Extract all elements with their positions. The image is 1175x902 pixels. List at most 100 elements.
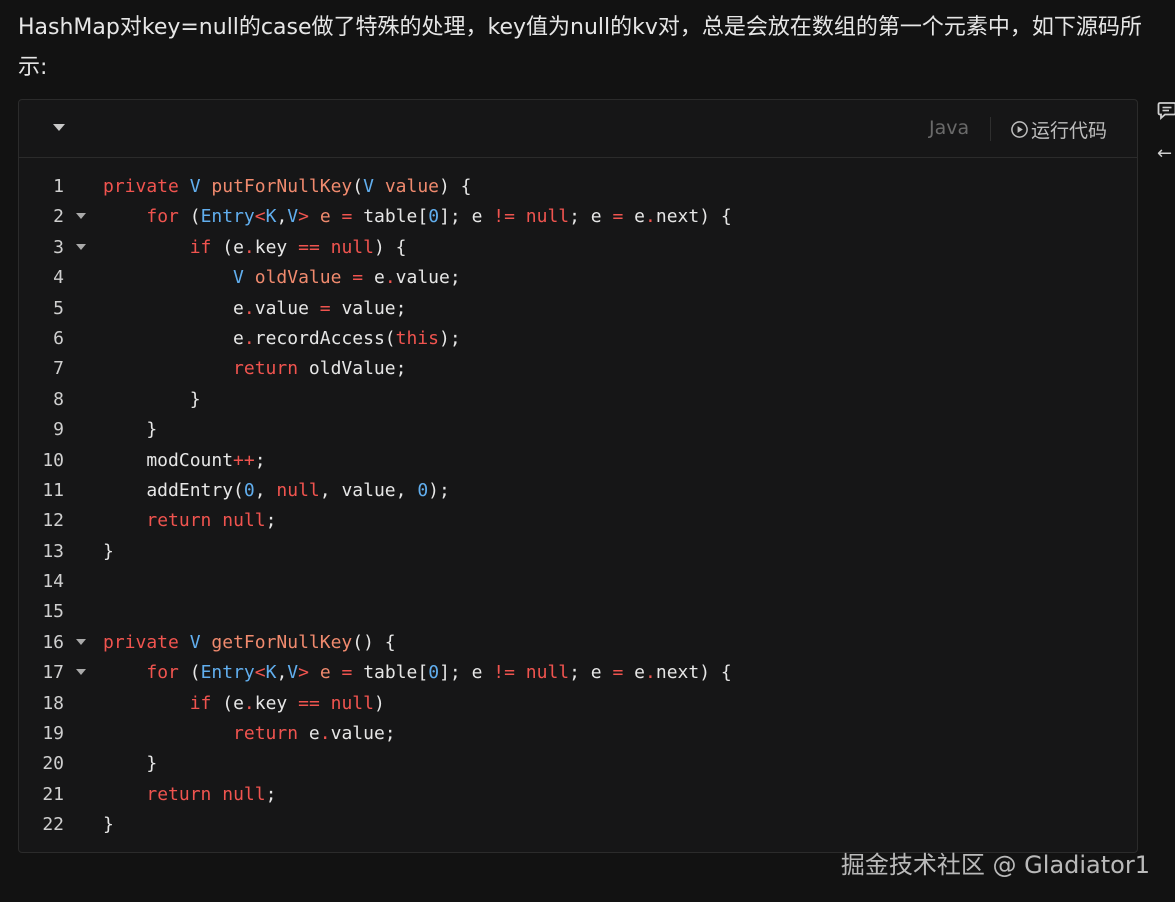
code-token: null — [222, 510, 266, 532]
code-token: = — [341, 662, 364, 684]
code-line: 16 private V getForNullKey() { — [19, 628, 1137, 658]
code-text: return null; — [103, 780, 276, 810]
line-number: 18 — [42, 692, 64, 714]
code-token: ; — [254, 449, 266, 471]
code-token: null — [330, 236, 374, 258]
code-line: 18 if (e.key == null) — [19, 689, 1137, 719]
code-line: 22} — [19, 810, 1137, 840]
code-token: ) { — [439, 176, 472, 197]
code-line: 17 for (Entry<K,V> e = table[0]; e != nu… — [19, 658, 1137, 688]
fold-arrow-icon[interactable] — [76, 669, 86, 676]
code-token: != — [493, 206, 526, 228]
code-token: 0 — [428, 662, 440, 684]
code-token: oldValue; — [298, 358, 407, 380]
code-token: modCount — [103, 449, 234, 471]
code-text: private V getForNullKey() { — [103, 628, 396, 658]
code-line: 1 private V putForNullKey(V value) { — [19, 172, 1137, 202]
code-text: return null; — [103, 506, 276, 536]
code-token: e — [319, 662, 342, 684]
code-line: 11 addEntry(0, null, value, 0); — [19, 476, 1137, 506]
code-token: . — [645, 662, 656, 684]
code-body: 1 private V putForNullKey(V value) { 2 for… — [19, 158, 1137, 841]
code-token: V — [233, 267, 255, 289]
code-token: e — [319, 206, 342, 228]
line-number: 19 — [42, 723, 64, 745]
code-line: 13} — [19, 537, 1137, 567]
code-token: 0 — [243, 479, 255, 501]
code-token: e — [103, 327, 244, 349]
line-number: 20 — [42, 753, 64, 775]
code-token: next) { — [655, 662, 732, 684]
back-arrow-icon[interactable]: ← — [1157, 143, 1172, 164]
code-token: for — [146, 662, 179, 684]
line-number: 22 — [42, 814, 64, 836]
code-token: = — [612, 662, 635, 684]
code-token: addEntry( — [103, 479, 244, 501]
code-token: V — [189, 631, 212, 653]
code-token: null — [525, 662, 570, 684]
line-number: 10 — [42, 449, 64, 471]
code-token: < — [254, 206, 266, 228]
code-text: if (e.key == null) — [103, 689, 385, 719]
code-line: 12 return null; — [19, 506, 1137, 536]
code-block: Java 运行代码 1 private V putForNullKey(V val… — [18, 99, 1138, 853]
fold-arrow-icon[interactable] — [76, 213, 86, 220]
comment-icon[interactable] — [1157, 100, 1175, 122]
code-token: == — [298, 692, 331, 714]
code-token: . — [384, 267, 396, 289]
collapse-chevron-icon[interactable] — [53, 124, 65, 131]
code-token: . — [243, 327, 255, 349]
code-text: return oldValue; — [103, 354, 406, 384]
code-token: > — [298, 662, 320, 684]
play-circle-icon — [1011, 120, 1028, 138]
toolbar-divider — [990, 117, 991, 141]
code-token: != — [493, 662, 526, 684]
code-line: 3 if (e.key == null) { — [19, 233, 1137, 263]
line-number: 15 — [42, 601, 64, 623]
code-token: = — [319, 297, 342, 319]
code-token: , value, — [319, 479, 418, 501]
line-number: 17 — [42, 662, 64, 684]
code-token: e — [634, 206, 646, 228]
code-text: if (e.key == null) { — [103, 233, 407, 263]
code-text: } — [103, 385, 201, 415]
code-token: e — [103, 297, 244, 319]
code-token: null — [222, 783, 266, 805]
code-token: if — [189, 236, 212, 258]
code-token: < — [254, 662, 266, 684]
code-text: modCount++; — [103, 446, 266, 476]
code-token: V — [189, 176, 212, 197]
code-text: } — [103, 415, 157, 445]
code-text: V oldValue = e.value; — [103, 263, 461, 293]
code-token: K — [265, 662, 277, 684]
code-token: e — [634, 662, 646, 684]
code-line: 6 e.recordAccess(this); — [19, 324, 1137, 354]
code-token: null — [276, 479, 320, 501]
code-line: 9 } — [19, 415, 1137, 445]
fold-arrow-icon[interactable] — [76, 638, 86, 645]
code-token: return — [146, 783, 212, 805]
code-token: V — [287, 206, 299, 228]
line-number: 3 — [53, 236, 64, 258]
code-token: = — [612, 206, 635, 228]
code-text: private V putForNullKey(V value) { — [103, 172, 472, 202]
line-number: 8 — [53, 388, 64, 410]
code-token: V — [287, 662, 299, 684]
code-token: () { — [352, 631, 396, 653]
code-token: ; e — [569, 206, 613, 228]
run-code-button[interactable]: 运行代码 — [1010, 115, 1107, 143]
code-token: } — [103, 388, 201, 410]
code-token: private — [103, 631, 190, 653]
code-token: K — [265, 206, 277, 228]
fold-arrow-icon[interactable] — [76, 243, 86, 250]
code-token: ); — [428, 479, 450, 501]
code-line: 19 return e.value; — [19, 719, 1137, 749]
line-number: 2 — [53, 206, 64, 228]
code-toolbar: Java 运行代码 — [19, 100, 1137, 158]
code-token: table[ — [363, 662, 429, 684]
